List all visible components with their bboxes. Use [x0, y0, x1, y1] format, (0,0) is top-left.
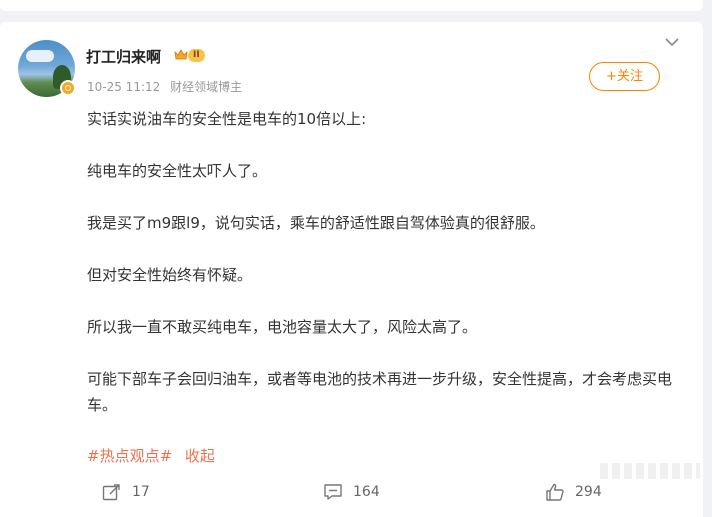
like-count: 294	[575, 484, 602, 500]
like-button[interactable]: 294	[545, 477, 602, 507]
hashtag-link[interactable]: #热点观点#	[87, 447, 172, 465]
post-timestamp[interactable]: 10-25 11:12	[87, 80, 160, 94]
collapse-link[interactable]: 收起	[185, 447, 215, 465]
post-content: 实话实说油车的安全性是电车的10倍以上: 纯电车的安全性太吓人了。 我是买了m9…	[87, 106, 687, 418]
post-paragraph: 可能下部车子会回归油车，或者等电池的技术再进一步升级，安全性提高，才会考虑买电车…	[87, 370, 673, 414]
thumbs-up-icon	[546, 483, 564, 501]
comment-count: 164	[353, 484, 380, 500]
repost-icon	[102, 484, 120, 501]
comment-button[interactable]: 164	[323, 477, 380, 507]
user-level-badge: II	[188, 49, 205, 62]
post-paragraph: 所以我一直不敢买纯电车，电池容量太大了，风险太高了。	[87, 318, 478, 336]
post-paragraph: 我是买了m9跟l9，说句实话，乘车的舒适性跟自驾体验真的很舒服。	[87, 214, 545, 232]
verified-badge-icon	[60, 80, 76, 96]
author-role: 财经领域博主	[170, 80, 243, 94]
post-paragraph: 但对安全性始终有怀疑。	[87, 266, 253, 284]
repost-button[interactable]: 17	[102, 477, 150, 507]
watermark	[600, 463, 700, 479]
action-bar: 17 164 294	[0, 477, 703, 507]
crown-icon	[174, 49, 188, 60]
avatar-cloud	[26, 50, 54, 62]
author-name[interactable]: 打工归来啊	[86, 46, 161, 67]
post-paragraph: 实话实说油车的安全性是电车的10倍以上:	[87, 110, 367, 128]
comment-icon	[324, 484, 342, 500]
follow-button[interactable]: +关注	[589, 62, 660, 91]
previous-card-edge	[0, 0, 703, 11]
chevron-down-icon[interactable]	[664, 36, 680, 48]
post-meta: 10-25 11:12 财经领域博主	[87, 78, 242, 95]
post-tags: #热点观点# 收起	[87, 445, 215, 466]
post-paragraph: 纯电车的安全性太吓人了。	[87, 162, 268, 180]
repost-count: 17	[132, 484, 150, 500]
weibo-post-card: 打工归来啊 II 10-25 11:12 财经领域博主 +关注 实话实说油车的安…	[0, 22, 703, 517]
